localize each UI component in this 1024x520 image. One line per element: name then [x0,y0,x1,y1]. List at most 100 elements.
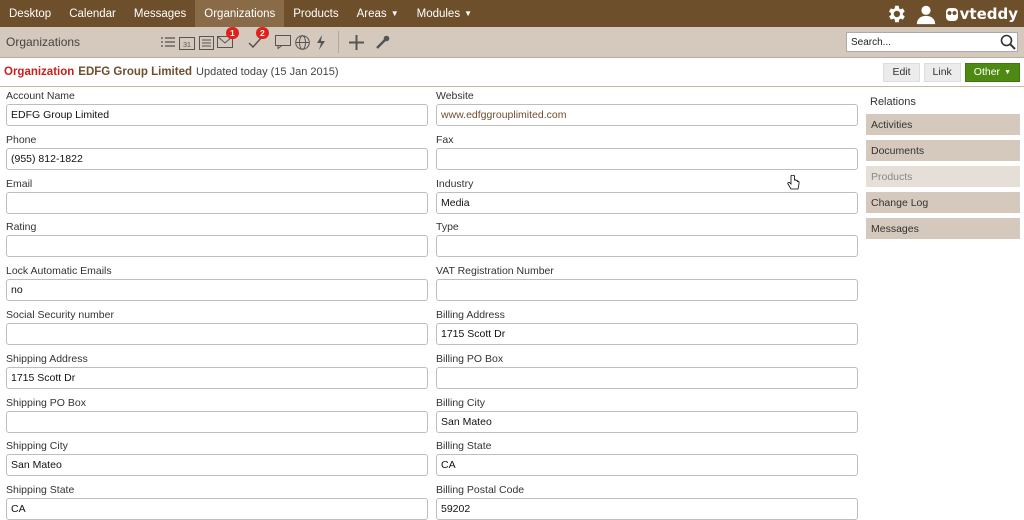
billing-state-value[interactable]: CA [436,454,858,477]
nav-desktop[interactable]: Desktop [0,0,60,27]
field-label: Phone [6,133,37,146]
nav-areas-label: Areas [356,7,387,20]
relation-activities[interactable]: Activities [866,114,1020,135]
field-fax: Fax [436,134,858,170]
field-billing-postal-code: Billing Postal Code 59202 [436,484,858,520]
user-icon[interactable] [915,3,937,25]
brand-name: vteddy [959,4,1018,23]
fax-value[interactable] [436,147,858,170]
record-updated: Updated today (15 Jan 2015) [196,66,339,78]
field-account-name: Account Name EDFG Group Limited [6,90,428,126]
account-name-value[interactable]: EDFG Group Limited [6,104,428,126]
billing-postal-code-value[interactable]: 59202 [436,498,858,520]
mail-badge: 1 [226,27,239,39]
website-value[interactable]: www.edfggrouplimited.com [436,104,858,126]
field-billing-po-box: Billing PO Box [436,353,858,389]
shipping-state-value[interactable]: CA [6,498,428,520]
list-icon[interactable] [160,34,176,50]
billing-address-value[interactable]: 1715 Scott Dr [436,323,858,345]
nav-products[interactable]: Products [284,0,347,27]
module-toolbar: Organizations 31 1 2 [0,27,1024,58]
search-box [846,32,1018,52]
social-security-number-value[interactable] [6,323,428,345]
vat-registration-number-value[interactable] [436,279,858,302]
billing-city-value[interactable]: San Mateo [436,410,858,433]
field-label: Billing Postal Code [436,484,525,497]
nav-messages[interactable]: Messages [125,0,195,27]
shipping-city-value[interactable]: San Mateo [6,454,428,477]
field-billing-city: Billing City San Mateo [436,397,858,433]
add-icon[interactable] [348,34,364,50]
other-button[interactable]: Other ▼ [964,62,1020,82]
field-label: Lock Automatic Emails [6,265,112,278]
phone-value[interactable]: (955) 812-1822 [6,147,428,170]
brand-logo[interactable]: vteddy [945,5,1018,23]
field-billing-address: Billing Address 1715 Scott Dr [436,309,858,345]
svg-text:31: 31 [183,42,191,49]
field-type: Type [436,221,858,258]
edit-button[interactable]: Edit [883,62,920,82]
shipping-address-value[interactable]: 1715 Scott Dr [6,366,428,389]
relation-products[interactable]: Products [866,166,1020,187]
lightning-icon[interactable] [313,34,329,50]
chevron-down-icon: ▼ [464,9,472,18]
field-label: VAT Registration Number [436,265,554,278]
industry-value[interactable]: Media [436,191,858,214]
notepad-icon[interactable] [198,34,214,50]
chat-icon[interactable] [275,34,291,50]
wrench-icon[interactable] [374,34,390,50]
field-lock-automatic-emails: Lock Automatic Emails no [6,265,428,302]
nav-areas-menu[interactable]: Areas ▼ [348,0,408,27]
billing-po-box-value[interactable] [436,366,858,389]
calendar-icon[interactable]: 31 [179,34,195,50]
nav-modules-menu[interactable]: Modules ▼ [408,0,481,27]
field-label: Fax [436,133,454,146]
gear-icon[interactable] [885,3,907,25]
field-label: Billing PO Box [436,352,504,365]
nav-organizations[interactable]: Organizations [195,0,285,27]
link-button[interactable]: Link [923,62,961,82]
top-navigation: Desktop Calendar Messages Organizations … [0,0,1024,27]
globe-icon[interactable] [294,34,310,50]
relation-change-log[interactable]: Change Log [866,192,1020,213]
checkmark-icon[interactable]: 2 [247,27,269,50]
chevron-down-icon: ▼ [390,9,399,18]
record-name: EDFG Group Limited [78,66,193,78]
field-shipping-state: Shipping State CA [6,484,428,520]
field-label: Website [436,90,474,102]
field-shipping-city: Shipping City San Mateo [6,440,428,477]
field-label: Type [436,221,459,234]
email-value[interactable] [6,191,428,214]
field-billing-state: Billing State CA [436,440,858,477]
field-label: Shipping City [6,440,68,453]
rating-value[interactable] [6,235,428,258]
mail-icon[interactable]: 1 [217,27,239,50]
record-type: Organization [4,66,75,78]
type-value[interactable] [436,235,858,258]
shipping-po-box-value[interactable] [6,410,428,433]
field-label: Email [6,177,33,190]
field-shipping-address: Shipping Address 1715 Scott Dr [6,353,428,389]
search-icon[interactable] [999,33,1017,51]
relations-panel: Relations Activities Documents Products … [866,90,1020,244]
field-label: Shipping Address [6,352,88,365]
field-label: Account Name [6,90,75,102]
field-label: Shipping State [6,484,75,497]
field-label: Billing State [436,440,492,453]
relation-messages[interactable]: Messages [866,218,1020,239]
nav-calendar[interactable]: Calendar [60,0,125,27]
field-vat-registration-number: VAT Registration Number [436,265,858,302]
field-label: Billing Address [436,309,505,321]
chevron-down-icon: ▼ [1004,68,1011,76]
module-title: Organizations [6,35,81,49]
field-phone: Phone (955) 812-1822 [6,134,428,170]
search-input[interactable] [851,36,999,48]
field-email: Email [6,178,428,214]
lock-automatic-emails-value[interactable]: no [6,279,428,302]
field-label: Social Security number [6,309,114,321]
field-shipping-po-box: Shipping PO Box [6,397,428,433]
task-badge: 2 [256,27,269,39]
field-social-security-number: Social Security number [6,309,428,345]
relation-documents[interactable]: Documents [866,140,1020,161]
field-rating: Rating [6,221,428,258]
